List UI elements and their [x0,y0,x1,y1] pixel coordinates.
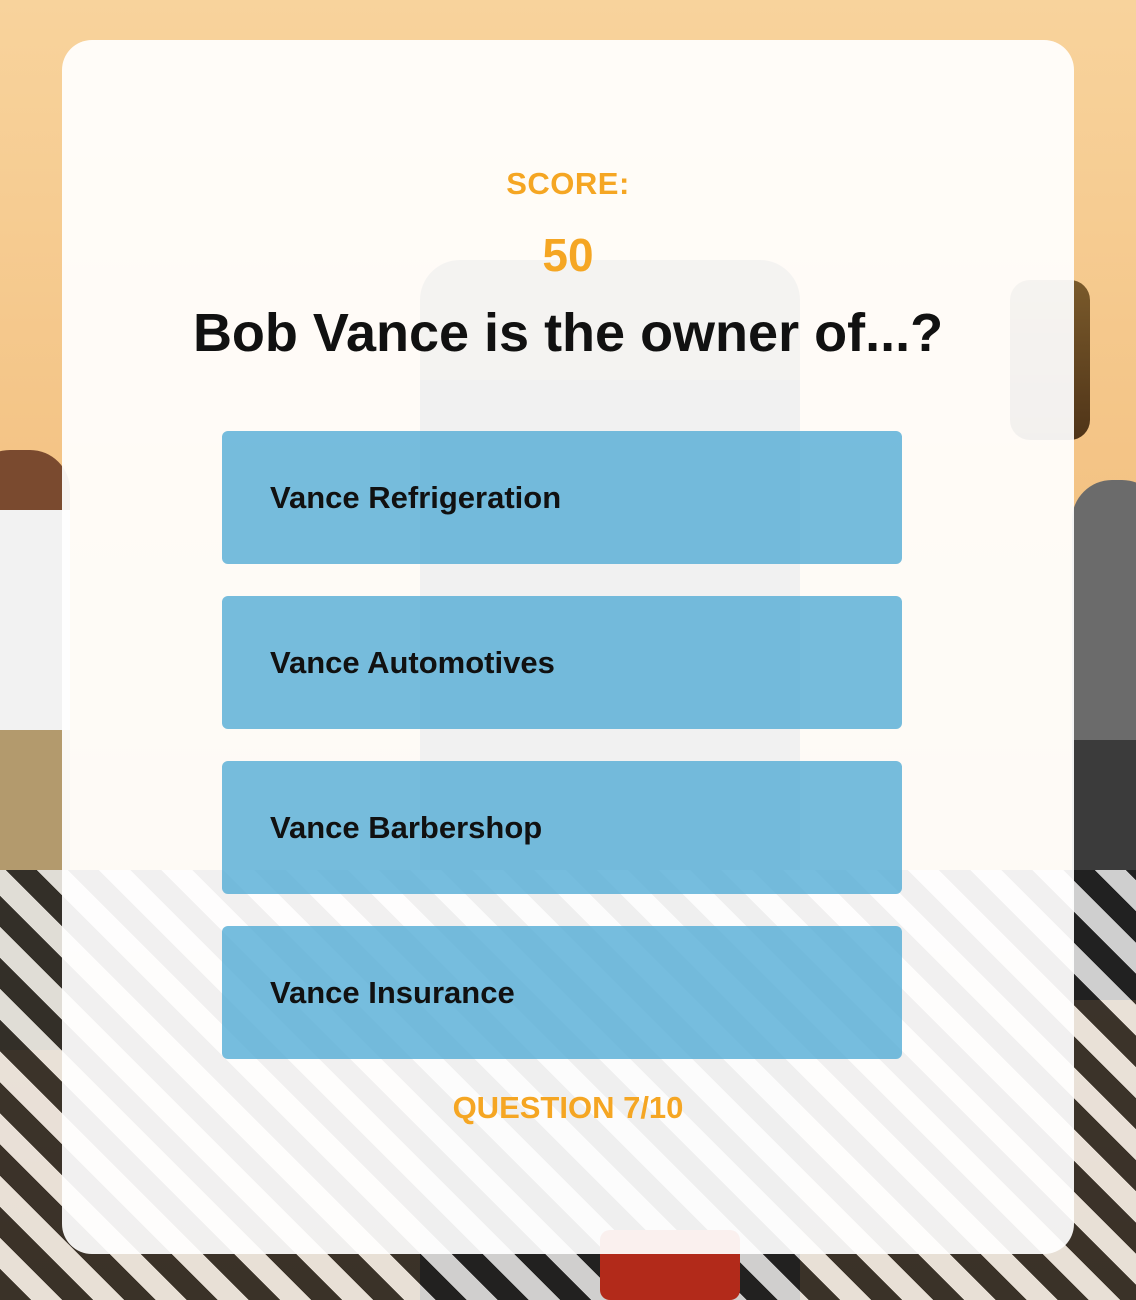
answer-list: Vance Refrigeration Vance Automotives Va… [222,431,902,1091]
score-value: 50 [542,229,594,281]
answer-option-label: Vance Insurance [270,974,515,1010]
answer-option-label: Vance Barbershop [270,809,543,845]
answer-option-label: Vance Automotives [270,644,555,680]
score-label: SCORE: [506,166,630,201]
question-text: Bob Vance is the owner of...? [192,303,944,363]
answer-option-label: Vance Refrigeration [270,479,562,515]
question-progress: QUESTION 7/10 [452,1090,684,1125]
answer-option-4[interactable]: Vance Insurance [222,926,902,1059]
answer-option-3[interactable]: Vance Barbershop [222,761,902,894]
answer-option-1[interactable]: Vance Refrigeration [222,431,902,564]
answer-option-2[interactable]: Vance Automotives [222,596,902,729]
